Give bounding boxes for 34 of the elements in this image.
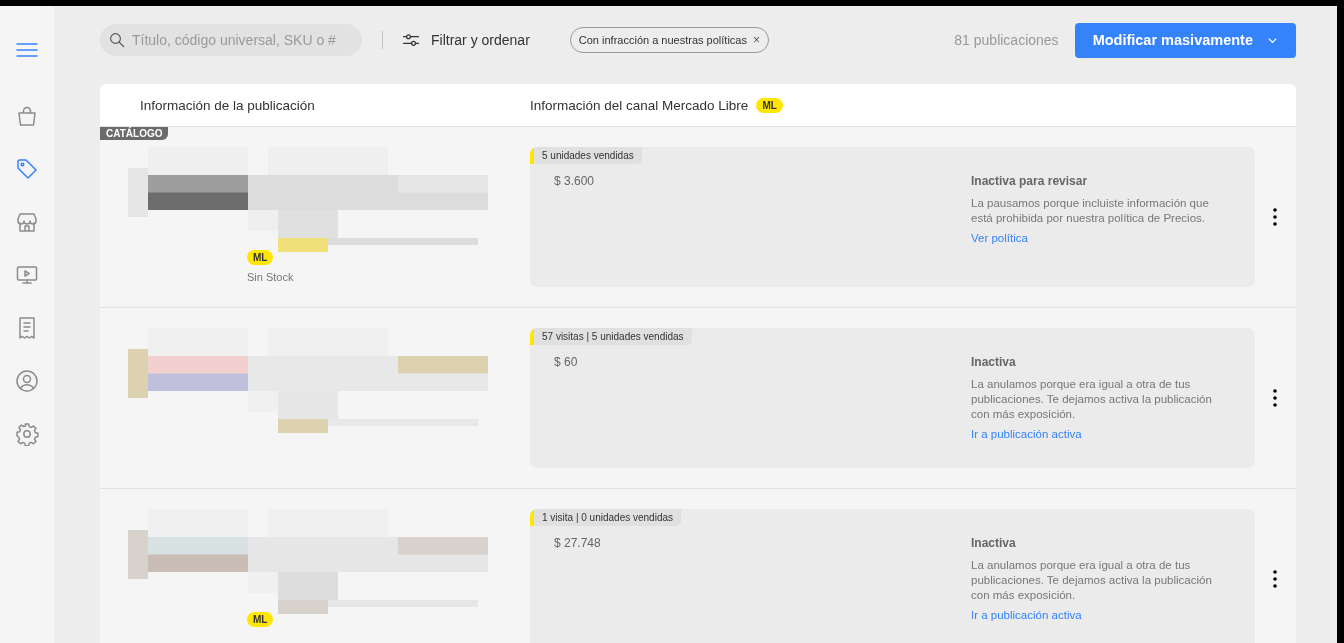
stats-tag: 57 visitas | 5 unidades vendidas xyxy=(530,328,692,345)
stats-tag: 5 unidades vendidas xyxy=(530,147,642,164)
status-message: La pausamos porque incluiste información que está prohibida por nuestra política de Precios. xyxy=(971,196,1210,226)
policy-link[interactable]: Ver política xyxy=(971,232,1028,244)
stock-status: Sin Stock xyxy=(247,271,295,283)
close-icon[interactable]: × xyxy=(752,33,760,47)
settings-icon[interactable] xyxy=(14,421,40,447)
status-title: Inactiva xyxy=(971,536,1017,550)
price: $ 60 xyxy=(554,355,579,371)
policy-link[interactable]: Ir a publicación activa xyxy=(971,609,1082,621)
policy-link[interactable]: Ir a publicación activa xyxy=(971,428,1082,440)
result-count: 81 publicaciones xyxy=(954,32,1059,48)
stats-tag: 1 visita | 0 unidades vendidas xyxy=(530,509,681,526)
search-field[interactable]: Título, código universal, SKU o # xyxy=(100,24,362,56)
bulk-edit-button[interactable]: Modificar masivamente xyxy=(1074,22,1296,58)
ml-badge: ML xyxy=(756,97,783,113)
status-message: La anulamos porque era igual a otra de tus publicaciones. Te dejamos activa la publicación con más exposición. xyxy=(971,377,1213,422)
user-icon[interactable] xyxy=(14,368,40,394)
price: $ 27.748 xyxy=(554,536,602,552)
ml-badge: ML xyxy=(247,250,274,265)
status-message: La anulamos porque era igual a otra de tus publicaciones. Te dejamos activa la publicación con más exposición. xyxy=(971,558,1213,603)
more-options-icon[interactable] xyxy=(1271,569,1279,589)
status-title: Inactiva para revisar xyxy=(971,174,1089,188)
price: $ 3.600 xyxy=(554,174,596,190)
column-header: Información de la publicación xyxy=(139,97,316,113)
more-options-icon[interactable] xyxy=(1271,388,1279,408)
ml-badge: ML xyxy=(247,612,274,627)
price-tag-icon[interactable] xyxy=(14,156,40,182)
column-header: Información del canal Mercado Libre xyxy=(530,97,749,113)
more-options-icon[interactable] xyxy=(1271,207,1279,227)
catalog-badge: CATÁLOGO xyxy=(100,127,169,140)
search-icon xyxy=(108,31,126,49)
filter-button[interactable]: Filtrar y ordenar xyxy=(401,30,530,50)
status-title: Inactiva xyxy=(971,355,1017,369)
